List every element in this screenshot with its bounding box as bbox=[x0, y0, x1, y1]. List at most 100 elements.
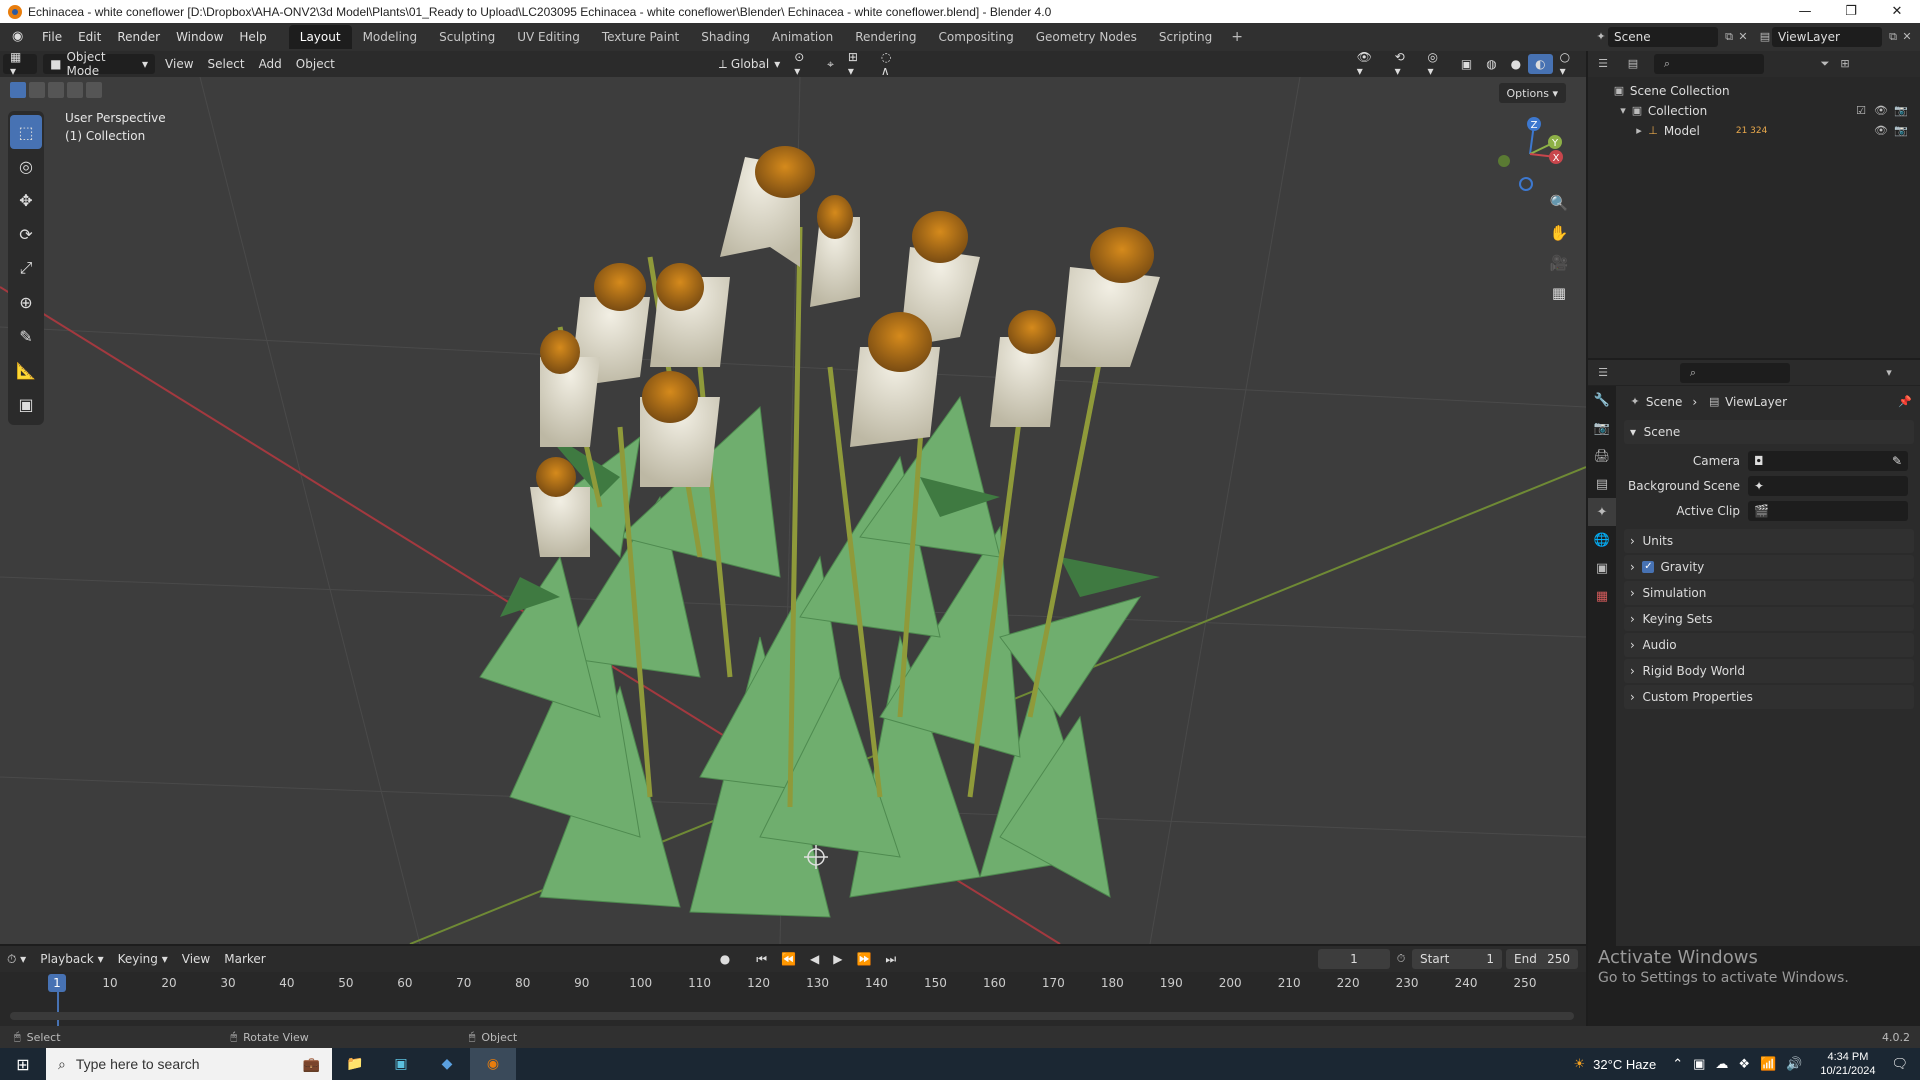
background-scene-field[interactable]: ✦ bbox=[1748, 475, 1908, 496]
overlay-toggle[interactable]: ◎ ▾ bbox=[1421, 50, 1454, 78]
viewport-menu-add[interactable]: Add bbox=[252, 54, 289, 74]
shading-wireframe-button[interactable]: ◍ bbox=[1479, 54, 1503, 74]
properties-editor-type-icon[interactable]: ☰ bbox=[1596, 366, 1610, 380]
blender-menu-icon[interactable]: ◉ bbox=[12, 30, 26, 44]
perspective-toggle-icon[interactable]: ▦ bbox=[1546, 280, 1572, 306]
select-box-tool-icon[interactable]: ⬚ bbox=[10, 115, 42, 149]
move-tool-icon[interactable]: ✥ bbox=[8, 183, 44, 217]
jump-keyframe-forward-icon[interactable]: ⏩ bbox=[849, 949, 878, 969]
workspace-tab-animation[interactable]: Animation bbox=[761, 25, 844, 49]
restore-button[interactable]: ❐ bbox=[1828, 0, 1874, 23]
menu-file[interactable]: File bbox=[34, 23, 70, 51]
app-3-icon[interactable]: ▣ bbox=[378, 1048, 424, 1080]
active-clip-field[interactable]: 🎬 bbox=[1748, 500, 1908, 521]
texture-tab-icon[interactable]: ▦ bbox=[1588, 582, 1616, 610]
play-reverse-icon[interactable]: ◀ bbox=[803, 949, 826, 969]
jump-keyframe-back-icon[interactable]: ⏪ bbox=[774, 949, 803, 969]
scene-tab-icon[interactable]: ✦ bbox=[1588, 498, 1616, 526]
jump-start-icon[interactable]: ⏮ bbox=[749, 949, 774, 969]
tray-app-icon[interactable]: ▣ bbox=[1693, 1056, 1705, 1072]
proportional-edit-toggle[interactable]: ◌ ∧ bbox=[874, 50, 910, 78]
workspace-tab-sculpting[interactable]: Sculpting bbox=[428, 25, 506, 49]
notifications-icon[interactable]: 🗨 bbox=[1891, 1056, 1908, 1072]
properties-search-input[interactable]: ⌕ bbox=[1680, 362, 1790, 383]
outliner-editor-type-icon[interactable]: ☰ bbox=[1596, 57, 1610, 71]
rotate-tool-icon[interactable]: ⟳ bbox=[8, 217, 44, 251]
editor-type-button[interactable]: ▦ ▾ bbox=[3, 50, 38, 78]
select-new-icon[interactable] bbox=[10, 82, 26, 98]
menu-edit[interactable]: Edit bbox=[70, 23, 109, 51]
select-intersect-icon[interactable] bbox=[86, 82, 102, 98]
3d-viewport[interactable]: ⬚ ◎ ✥ ⟳ ⤢ ⊕ ✎ 📐 ▣ User Perspective (1) C… bbox=[0, 77, 1586, 944]
timeline-menu-playback[interactable]: Playback ▾ bbox=[33, 949, 110, 969]
close-button[interactable]: ✕ bbox=[1874, 0, 1920, 23]
expand-arrow-icon[interactable]: ▸ bbox=[1632, 124, 1646, 138]
select-subtract-icon[interactable] bbox=[48, 82, 64, 98]
viewport-menu-select[interactable]: Select bbox=[201, 54, 252, 74]
gizmo-toggle[interactable]: ⟲ ▾ bbox=[1388, 50, 1421, 78]
workspace-tab-shading[interactable]: Shading bbox=[690, 25, 761, 49]
timeline-area[interactable]: 10 20 30 40 50 60 70 80 90 100 110 120 130 140 150 160 1… bbox=[0, 972, 1586, 1026]
delete-viewlayer-icon[interactable]: ✕ bbox=[1900, 30, 1914, 44]
viewlayer-icon[interactable]: ▤ bbox=[1758, 30, 1772, 44]
current-frame-field[interactable]: 1 bbox=[1318, 949, 1390, 969]
timeline-menu-marker[interactable]: Marker bbox=[217, 949, 272, 969]
view-layer-tab-icon[interactable]: ▤ bbox=[1588, 470, 1616, 498]
panel-units[interactable]: › Units bbox=[1624, 529, 1914, 553]
start-frame-field[interactable]: Start 1 bbox=[1412, 949, 1502, 969]
timeline-scrollbar[interactable] bbox=[10, 1012, 1574, 1020]
output-tab-icon[interactable]: 🖨 bbox=[1588, 442, 1616, 470]
outliner-row-model[interactable]: ▸ ⊥ Model 21 324 👁 📷 bbox=[1588, 121, 1920, 141]
xray-toggle[interactable]: ▣ bbox=[1454, 54, 1479, 74]
world-tab-icon[interactable]: 🌐 bbox=[1588, 526, 1616, 554]
blender-taskbar-icon[interactable]: ◉ bbox=[470, 1048, 516, 1080]
timeline-menu-keying[interactable]: Keying ▾ bbox=[111, 949, 175, 969]
workspace-tab-uv-editing[interactable]: UV Editing bbox=[506, 25, 591, 49]
gravity-checkbox[interactable]: ✓ bbox=[1642, 561, 1655, 573]
transform-orientation-dropdown[interactable]: ⟂ Global ▾ bbox=[712, 54, 787, 74]
transform-tool-icon[interactable]: ⊕ bbox=[8, 285, 44, 319]
scale-tool-icon[interactable]: ⤢ bbox=[8, 251, 44, 285]
render-camera-icon[interactable]: 📷 bbox=[1894, 124, 1908, 138]
gizmo-neg-y-icon[interactable] bbox=[1498, 155, 1510, 167]
panel-audio[interactable]: › Audio bbox=[1624, 633, 1914, 657]
sketchup-icon[interactable]: ◆ bbox=[424, 1048, 470, 1080]
menu-help[interactable]: Help bbox=[231, 23, 274, 51]
workspace-tab-texture-paint[interactable]: Texture Paint bbox=[591, 25, 690, 49]
zoom-icon[interactable]: 🔍 bbox=[1546, 190, 1572, 216]
viewport-menu-object[interactable]: Object bbox=[289, 54, 342, 74]
jump-end-icon[interactable]: ⏭ bbox=[878, 949, 903, 969]
add-workspace-button[interactable]: + bbox=[1223, 29, 1251, 45]
scene-icon[interactable]: ✦ bbox=[1594, 30, 1608, 44]
expand-arrow-icon[interactable]: ▾ bbox=[1616, 104, 1630, 118]
navigation-gizmo[interactable]: Z Y X bbox=[1490, 112, 1570, 192]
properties-options-icon[interactable]: ▾ bbox=[1882, 366, 1896, 380]
wifi-icon[interactable]: 📶 bbox=[1760, 1056, 1776, 1072]
cloud-icon[interactable]: ☁ bbox=[1715, 1056, 1728, 1072]
workspace-tab-modeling[interactable]: Modeling bbox=[352, 25, 429, 49]
panel-keying-sets[interactable]: › Keying Sets bbox=[1624, 607, 1914, 631]
snap-target-dropdown[interactable]: ⊞ ▾ bbox=[841, 50, 874, 78]
timeline-editor-type-icon[interactable]: ⏱ ▾ bbox=[0, 949, 33, 969]
camera-view-icon[interactable]: 🎥 bbox=[1546, 250, 1572, 276]
panel-rigid-body-world[interactable]: › Rigid Body World bbox=[1624, 659, 1914, 683]
shading-solid-button[interactable]: ● bbox=[1504, 54, 1528, 74]
playhead-frame[interactable]: 1 bbox=[48, 974, 66, 992]
select-invert-icon[interactable] bbox=[67, 82, 83, 98]
file-explorer-icon[interactable]: 📁 bbox=[332, 1048, 378, 1080]
dropbox-icon[interactable]: ❖ bbox=[1738, 1056, 1750, 1072]
scene-field[interactable]: Scene bbox=[1608, 27, 1718, 47]
weather-text[interactable]: 32°C Haze bbox=[1593, 1057, 1656, 1072]
shading-material-button[interactable]: ◐ bbox=[1528, 54, 1553, 74]
viewlayer-field[interactable]: ViewLayer bbox=[1772, 27, 1882, 47]
viewport-menu-view[interactable]: View bbox=[158, 54, 200, 74]
coneflower-model[interactable] bbox=[479, 146, 1160, 918]
volume-icon[interactable]: 🔊 bbox=[1786, 1056, 1802, 1072]
taskbar-search-input[interactable]: ⌕ Type here to search 💼 bbox=[46, 1048, 332, 1080]
annotate-tool-icon[interactable]: ✎ bbox=[8, 319, 44, 353]
select-extend-icon[interactable] bbox=[29, 82, 45, 98]
new-collection-icon[interactable]: ⊞ bbox=[1838, 57, 1852, 71]
camera-field[interactable]: ◘ ✎ bbox=[1748, 450, 1908, 471]
visibility-eye-icon[interactable]: 👁 bbox=[1874, 104, 1888, 118]
windows-start-icon[interactable]: ⊞ bbox=[0, 1048, 46, 1080]
